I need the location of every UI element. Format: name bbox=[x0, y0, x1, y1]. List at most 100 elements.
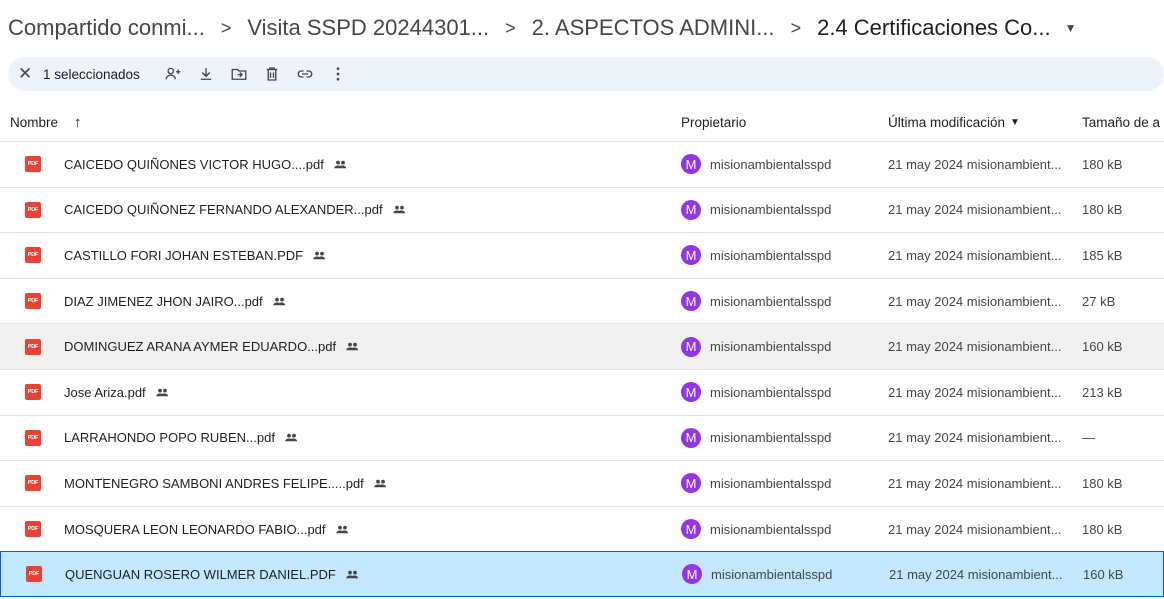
pdf-file-icon: PDF bbox=[25, 293, 41, 310]
shared-people-icon bbox=[392, 202, 407, 217]
file-size: 160 kB bbox=[1083, 566, 1124, 582]
owner-name: misionambientalsspd bbox=[710, 521, 832, 537]
file-name[interactable]: DIAZ JIMENEZ JHON JAIRO...pdf bbox=[64, 294, 287, 309]
column-header-size[interactable]: Tamaño de a bbox=[1082, 115, 1160, 130]
pdf-file-icon: PDF bbox=[25, 247, 41, 264]
modified-date: 21 may 2024 misionambient... bbox=[889, 566, 1063, 582]
file-list: PDF CAICEDO QUIÑONES VICTOR HUGO....pdf Mm… bbox=[0, 141, 1164, 597]
column-header-owner[interactable]: Propietario bbox=[681, 115, 746, 130]
file-name[interactable]: CAICEDO QUIÑONEZ FERNANDO ALEXANDER...pd… bbox=[64, 202, 407, 217]
link-icon[interactable] bbox=[290, 59, 320, 89]
owner-name: misionambientalsspd bbox=[710, 202, 832, 218]
owner-avatar: M bbox=[681, 473, 701, 494]
breadcrumb-item-aspectos[interactable]: 2. ASPECTOS ADMINI... bbox=[532, 15, 775, 41]
file-name[interactable]: QUENGUAN ROSERO WILMER DANIEL.PDF bbox=[65, 567, 360, 582]
download-icon[interactable] bbox=[191, 59, 221, 89]
table-header: Nombre ↑ Propietario Última modificación… bbox=[0, 103, 1164, 141]
delete-icon[interactable] bbox=[257, 59, 287, 89]
file-row[interactable]: PDF QUENGUAN ROSERO WILMER DANIEL.PDF Mmis… bbox=[0, 551, 1164, 597]
file-row[interactable]: PDF CAICEDO QUIÑONES VICTOR HUGO....pdf Mm… bbox=[0, 141, 1164, 187]
pdf-file-icon: PDF bbox=[26, 566, 42, 583]
pdf-file-icon: PDF bbox=[25, 338, 41, 355]
shared-people-icon bbox=[312, 248, 327, 263]
file-name[interactable]: CAICEDO QUIÑONES VICTOR HUGO....pdf bbox=[64, 157, 348, 172]
file-size: 185 kB bbox=[1082, 247, 1123, 263]
breadcrumb-item-shared[interactable]: Compartido conmi... bbox=[8, 15, 205, 41]
breadcrumb-item-visita[interactable]: Visita SSPD 20244301... bbox=[247, 15, 489, 41]
modified-date: 21 may 2024 misionambient... bbox=[888, 156, 1062, 172]
modified-date: 21 may 2024 misionambient... bbox=[888, 293, 1062, 309]
file-row[interactable]: PDF MONTENEGRO SAMBONI ANDRES FELIPE.....… bbox=[0, 460, 1164, 506]
pdf-file-icon: PDF bbox=[25, 384, 41, 401]
owner-name: misionambientalsspd bbox=[711, 566, 833, 582]
file-name[interactable]: MOSQUERA LEON LEONARDO FABIO...pdf bbox=[64, 522, 350, 537]
owner-avatar: M bbox=[681, 199, 701, 220]
owner-name: misionambientalsspd bbox=[710, 384, 832, 400]
modified-date: 21 may 2024 misionambient... bbox=[888, 475, 1062, 491]
owner-avatar: M bbox=[681, 245, 701, 266]
file-name[interactable]: CASTILLO FORI JOHAN ESTEBAN.PDF bbox=[64, 248, 327, 263]
modified-date: 21 may 2024 misionambient... bbox=[888, 247, 1062, 263]
owner-avatar: M bbox=[681, 291, 701, 312]
more-vert-icon[interactable] bbox=[323, 59, 353, 89]
caret-down-icon[interactable]: ▼ bbox=[1010, 117, 1020, 128]
owner-avatar: M bbox=[681, 427, 701, 448]
selection-toolbar: ✕ 1 seleccionados bbox=[8, 57, 1164, 91]
owner-name: misionambientalsspd bbox=[710, 430, 832, 446]
file-name-label: Jose Ariza.pdf bbox=[64, 384, 146, 400]
owner-avatar: M bbox=[681, 382, 701, 403]
file-name-label: DIAZ JIMENEZ JHON JAIRO...pdf bbox=[64, 293, 263, 309]
pdf-file-icon: PDF bbox=[25, 475, 41, 492]
share-icon[interactable] bbox=[158, 59, 188, 89]
shared-people-icon bbox=[373, 476, 388, 491]
file-size: 180 kB bbox=[1082, 202, 1123, 218]
column-header-name[interactable]: Nombre ↑ bbox=[10, 114, 82, 131]
column-header-modified[interactable]: Última modificación ▼ bbox=[888, 115, 1020, 130]
file-name-label: CASTILLO FORI JOHAN ESTEBAN.PDF bbox=[64, 247, 304, 263]
file-name-label: CAICEDO QUIÑONEZ FERNANDO ALEXANDER...pd… bbox=[64, 202, 383, 218]
modified-date: 21 may 2024 misionambient... bbox=[888, 202, 1062, 218]
file-name-label: MONTENEGRO SAMBONI ANDRES FELIPE.....pdf bbox=[64, 475, 364, 491]
breadcrumb-item-current[interactable]: 2.4 Certificaciones Co... bbox=[817, 15, 1051, 41]
file-row[interactable]: PDF CASTILLO FORI JOHAN ESTEBAN.PDF Mmisio… bbox=[0, 232, 1164, 278]
pdf-file-icon: PDF bbox=[25, 429, 41, 446]
file-name[interactable]: MONTENEGRO SAMBONI ANDRES FELIPE.....pdf bbox=[64, 476, 388, 491]
shared-people-icon bbox=[284, 430, 299, 445]
shared-people-icon bbox=[345, 567, 360, 582]
file-name-label: QUENGUAN ROSERO WILMER DANIEL.PDF bbox=[65, 566, 336, 582]
file-name-label: DOMINGUEZ ARANA AYMER EDUARDO...pdf bbox=[64, 339, 337, 355]
caret-down-icon[interactable]: ▼ bbox=[1065, 21, 1077, 35]
file-size: 180 kB bbox=[1082, 475, 1123, 491]
pdf-file-icon: PDF bbox=[25, 521, 41, 538]
file-name[interactable]: Jose Ariza.pdf bbox=[64, 385, 170, 400]
close-icon[interactable]: ✕ bbox=[18, 64, 40, 84]
file-name[interactable]: DOMINGUEZ ARANA AYMER EDUARDO...pdf bbox=[64, 339, 360, 354]
breadcrumb-separator: > bbox=[790, 17, 802, 38]
file-size: 160 kB bbox=[1082, 339, 1123, 355]
file-row[interactable]: PDF DIAZ JIMENEZ JHON JAIRO...pdf Mmisiona… bbox=[0, 277, 1164, 324]
file-size: — bbox=[1082, 430, 1095, 446]
column-header-modified-label: Última modificación bbox=[888, 114, 1006, 130]
modified-date: 21 may 2024 misionambient... bbox=[888, 339, 1062, 355]
sort-arrow-up-icon[interactable]: ↑ bbox=[74, 114, 82, 131]
file-size: 180 kB bbox=[1082, 521, 1123, 537]
file-row[interactable]: PDF Jose Ariza.pdf Mmisionambientalsspd 21 … bbox=[0, 368, 1164, 415]
owner-avatar: M bbox=[681, 336, 701, 357]
breadcrumb-separator: > bbox=[505, 17, 516, 38]
file-name-label: LARRAHONDO POPO RUBEN...pdf bbox=[64, 430, 275, 446]
owner-name: misionambientalsspd bbox=[710, 247, 832, 263]
file-size: 27 kB bbox=[1082, 293, 1116, 309]
pdf-file-icon: PDF bbox=[25, 156, 41, 173]
owner-name: misionambientalsspd bbox=[710, 475, 832, 491]
file-row[interactable]: PDF CAICEDO QUIÑONEZ FERNANDO ALEXANDER..… bbox=[0, 186, 1164, 233]
file-row[interactable]: PDF LARRAHONDO POPO RUBEN...pdf Mmisionamb… bbox=[0, 414, 1164, 461]
owner-name: misionambientalsspd bbox=[710, 156, 832, 172]
owner-avatar: M bbox=[681, 519, 701, 540]
move-icon[interactable] bbox=[224, 59, 254, 89]
file-size: 180 kB bbox=[1082, 156, 1123, 172]
owner-name: misionambientalsspd bbox=[710, 293, 832, 309]
breadcrumb: Compartido conmi... > Visita SSPD 202443… bbox=[8, 10, 1077, 46]
file-row[interactable]: PDF MOSQUERA LEON LEONARDO FABIO...pdf Mmi… bbox=[0, 505, 1164, 552]
file-row[interactable]: PDF DOMINGUEZ ARANA AYMER EDUARDO...pdf Mm… bbox=[0, 323, 1164, 369]
file-name[interactable]: LARRAHONDO POPO RUBEN...pdf bbox=[64, 430, 299, 445]
